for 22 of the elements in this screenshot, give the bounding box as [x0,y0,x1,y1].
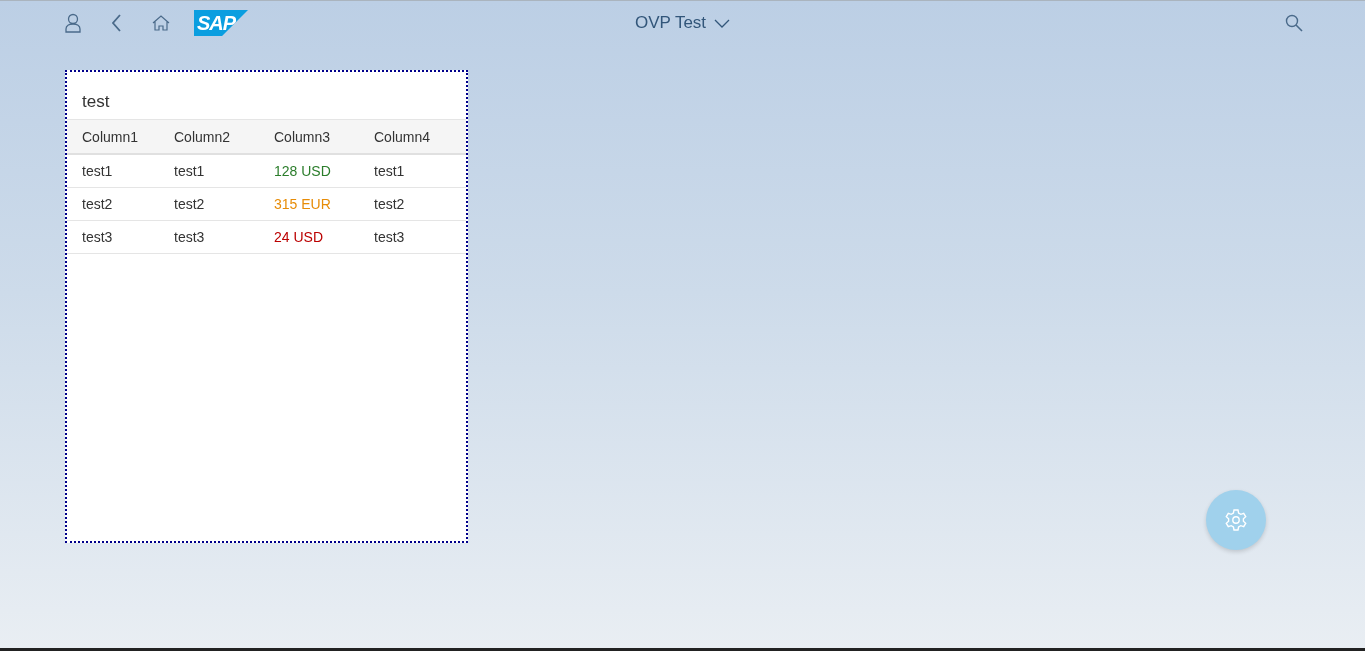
column-header: Column3 [274,128,332,145]
column-header: Column2 [174,128,232,145]
table-cell-text: test1 [374,163,406,179]
table-cell-text: test1 [174,163,206,179]
table-cell-text: test3 [374,229,406,245]
gear-icon [1224,508,1248,532]
table-cell-text: test1 [82,163,114,179]
app-title-menu[interactable]: OVP Test [634,13,731,33]
table-cell-text: test2 [374,196,406,212]
card[interactable]: test Column1 Column2 Column3 Column4 test1 test1 128 USD test1 test2 test2 315 EUR test2 test3 test3 24 USD test3 [65,70,468,543]
column-header: Column4 [374,128,432,145]
table-cell-text: test3 [174,229,206,245]
table-cell-text: test2 [174,196,206,212]
logo: SAP [194,10,248,36]
amount-cell-text: 128 USD [274,163,332,179]
caret-icon [714,18,731,28]
column-header: Column1 [82,128,140,145]
table-cell-text: test2 [82,196,114,212]
card-title: test [82,92,110,111]
amount-cell-text: 315 EUR [274,196,332,212]
amount-cell-text: 24 USD [274,229,325,245]
table-cell-text: test3 [82,229,114,245]
